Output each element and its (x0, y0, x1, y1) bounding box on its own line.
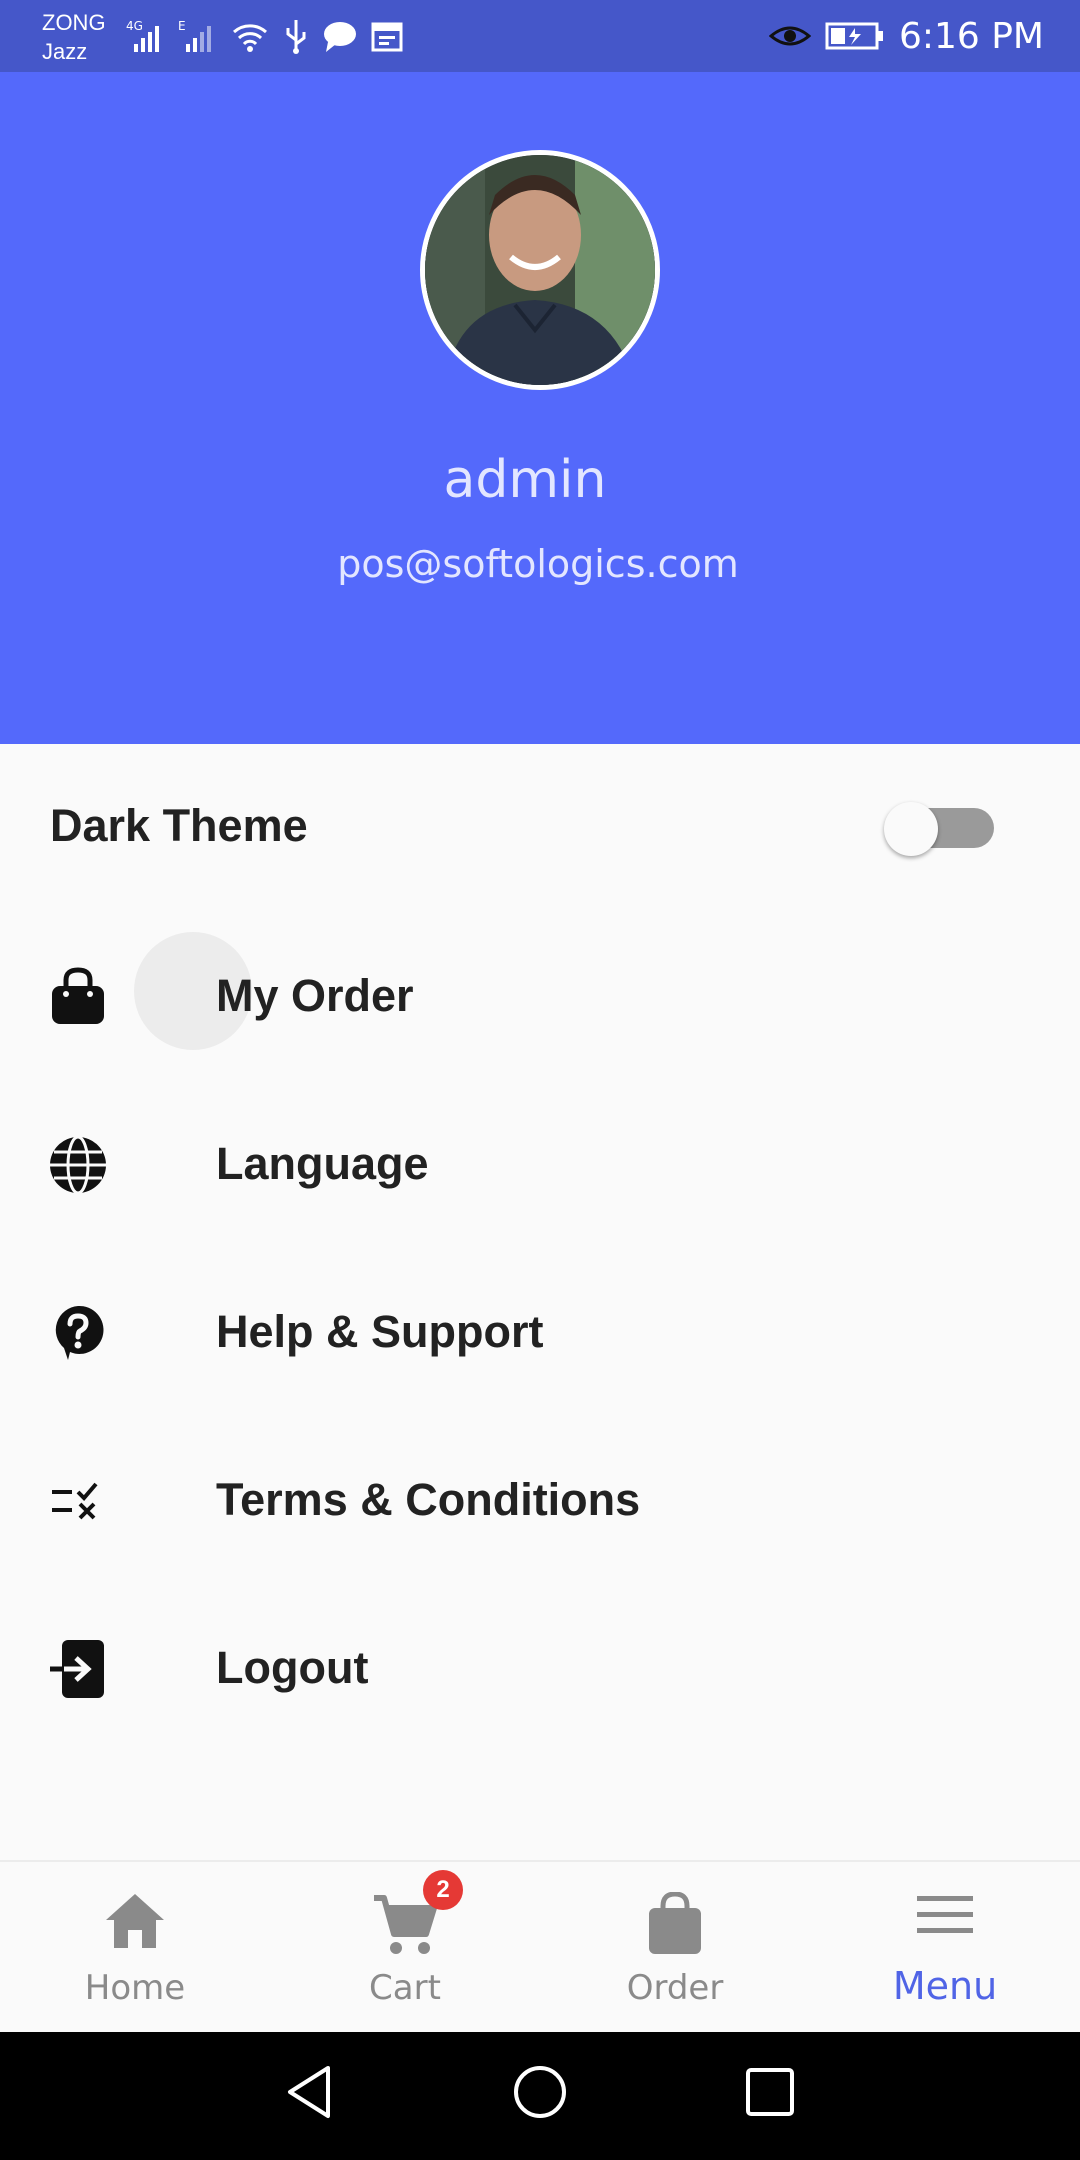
menu-item-help-support[interactable]: Help & Support (0, 1248, 1080, 1416)
system-navigation-bar (0, 2032, 1080, 2160)
menu-item-terms-conditions[interactable]: Terms & Conditions (0, 1416, 1080, 1584)
nav-item-order[interactable]: Order (540, 1862, 810, 2034)
cart-badge: 2 (423, 1870, 463, 1910)
back-icon[interactable] (284, 2062, 334, 2122)
user-name: admin (443, 450, 607, 510)
status-icons-left: 4G E (126, 14, 404, 58)
globe-icon (50, 1135, 106, 1195)
calendar-icon (371, 22, 403, 52)
menu-label-my-order: My Order (216, 970, 414, 1021)
menu-label-logout: Logout (216, 1642, 369, 1693)
battery-icon (825, 22, 883, 50)
status-time: 6:16 PM (898, 15, 1044, 57)
menu-item-logout[interactable]: Logout (0, 1584, 1080, 1752)
nav-label-menu: Menu (892, 1964, 998, 2008)
wifi-icon (233, 24, 267, 52)
eye-icon (768, 26, 811, 46)
menu-item-my-order[interactable]: My Order (0, 912, 1080, 1080)
logout-icon (50, 1640, 104, 1698)
shopping-bag-icon (52, 967, 104, 1024)
profile-header: admin pos@softologics.com (0, 72, 1080, 744)
dark-theme-label: Dark Theme (50, 800, 308, 851)
avatar[interactable] (420, 150, 660, 390)
svg-text:E: E (178, 19, 186, 33)
svg-text:4G: 4G (126, 19, 143, 33)
nav-label-cart: Cart (369, 1968, 441, 2008)
nav-label-order: Order (626, 1968, 724, 2008)
nav-item-home[interactable]: Home (0, 1862, 270, 2034)
carrier-secondary: Jazz (42, 39, 88, 64)
dark-theme-row: Dark Theme (0, 744, 1080, 912)
menu-label-help-support: Help & Support (216, 1306, 544, 1357)
home-icon (106, 1894, 164, 1948)
avatar-photo (425, 155, 655, 385)
dark-theme-toggle[interactable] (884, 802, 994, 856)
bag-icon (649, 1892, 701, 1954)
checklist-icon (52, 1482, 98, 1520)
nav-label-home: Home (84, 1968, 186, 2008)
menu-label-language: Language (216, 1138, 429, 1189)
menu-item-language[interactable]: Language (0, 1080, 1080, 1248)
help-icon (55, 1305, 104, 1360)
signal-icon: 4G (126, 19, 159, 52)
home-circle-icon[interactable] (510, 2062, 570, 2122)
carrier-primary: ZONG (42, 10, 106, 35)
nav-item-menu[interactable]: Menu (810, 1862, 1080, 2034)
usb-icon (286, 20, 306, 54)
bottom-navigation: Home 2 Cart Order Menu (0, 1860, 1080, 2032)
signal-2-icon: E (178, 19, 211, 52)
toggle-thumb (884, 802, 938, 856)
nav-item-cart[interactable]: 2 Cart (270, 1862, 540, 2034)
menu-label-terms-conditions: Terms & Conditions (216, 1474, 641, 1525)
carrier-info: ZONG Jazz (42, 8, 106, 66)
status-icons-right: 6:16 PM (768, 14, 1044, 58)
recents-icon[interactable] (742, 2062, 798, 2122)
user-email: pos@softologics.com (337, 542, 739, 586)
menu-icon (917, 1896, 973, 1933)
message-icon (324, 22, 356, 52)
status-bar: ZONG Jazz 4G E 6:16 PM (0, 0, 1080, 72)
